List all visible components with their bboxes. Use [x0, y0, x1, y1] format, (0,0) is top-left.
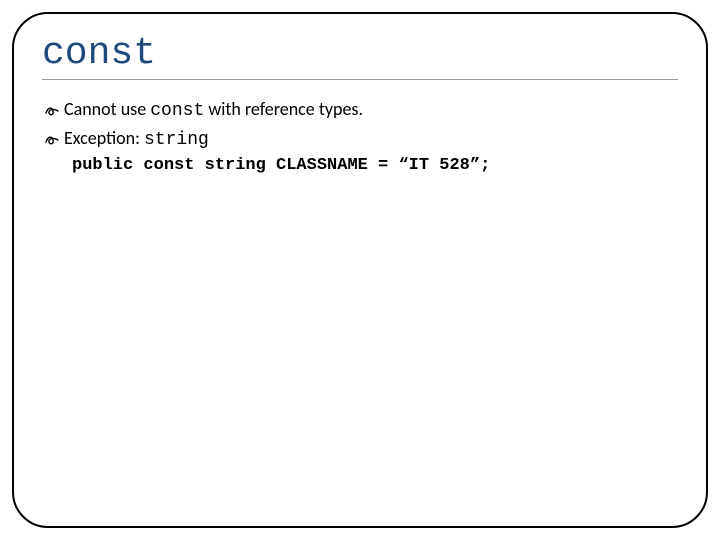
- code-example: public const string CLASSNAME = “IT 528”…: [72, 156, 678, 175]
- bullet-icon: [44, 96, 62, 123]
- bullet-item: Exception: string: [44, 125, 678, 154]
- bullet-item: Cannot use const with reference types.: [44, 96, 678, 125]
- slide-frame: const Cannot use const with reference ty…: [12, 12, 708, 528]
- bullet-mono: string: [144, 130, 209, 150]
- bullet-icon: [44, 125, 62, 152]
- slide-title: const: [42, 32, 678, 80]
- bullet-text: Cannot use const with reference types.: [64, 96, 363, 125]
- bullet-post: with reference types.: [204, 98, 363, 120]
- bullet-text: Exception: string: [64, 125, 209, 154]
- bullet-pre: Exception:: [64, 127, 144, 149]
- bullet-mono: const: [150, 101, 204, 121]
- bullet-pre: Cannot use: [64, 98, 150, 120]
